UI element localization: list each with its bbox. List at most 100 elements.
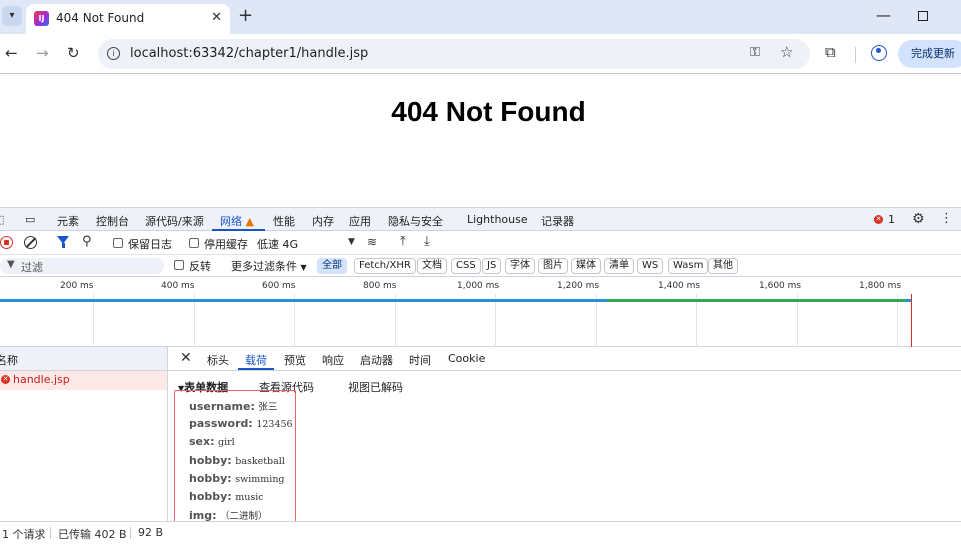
close-icon[interactable]: ✕ [211,10,222,25]
form-field[interactable]: img: （二进制） [189,508,268,522]
timeline-tick: 800 ms [363,281,397,291]
device-toolbar-icon[interactable]: ▭ [25,213,35,226]
devtools-tabbar: ⬚ ▭ 元素 控制台 源代码/来源 网络 ▲ 性能 内存 应用 隐私与安全 Li… [0,207,961,231]
devtools-tab-console[interactable]: 控制台 [96,213,129,229]
detail-tab-timing[interactable]: 时间 [409,352,431,368]
clear-icon[interactable] [24,236,37,249]
form-field[interactable]: password: 123456 [189,417,293,430]
request-list-header[interactable]: 名称 [0,347,168,371]
close-icon[interactable]: ✕ [180,350,192,366]
filter-chip-css[interactable]: CSS [451,258,481,274]
detail-tab-preview[interactable]: 预览 [284,352,306,368]
maximize-icon[interactable] [918,11,928,21]
form-field-key: password: [189,417,253,430]
form-field-value: 张三 [258,402,278,413]
filter-chip-wasm[interactable]: Wasm [668,258,709,274]
devtools-tab-recorder[interactable]: 记录器 [541,213,574,229]
devtools-tab-application[interactable]: 应用 [349,213,371,229]
filter-chip-other[interactable]: 其他 [708,258,738,274]
disable-cache-checkbox[interactable] [189,238,199,248]
gear-icon[interactable]: ⚙ [912,211,925,227]
extensions-icon[interactable]: ⧉ [825,43,836,61]
tab-search-icon[interactable]: ▾ [2,6,22,26]
reload-icon[interactable]: ↻ [67,44,80,62]
timeline-tick: 600 ms [262,281,296,291]
url-text[interactable]: localhost:63342/chapter1/handle.jsp [130,46,368,61]
bookmark-star-icon[interactable]: ☆ [780,43,793,61]
filter-chip-manifest[interactable]: 清单 [604,258,634,274]
chevron-down-icon: ▼ [300,263,307,272]
inspect-element-icon[interactable]: ⬚ [0,213,4,226]
form-field[interactable]: hobby: basketball [189,454,285,467]
network-conditions-icon[interactable]: ≋ [367,235,377,249]
filter-chip-fetch-xhr[interactable]: Fetch/XHR [354,258,416,274]
preserve-log-label[interactable]: 保留日志 [128,236,172,252]
network-timeline[interactable]: 200 ms 400 ms 600 ms 800 ms 1,000 ms 1,2… [0,277,961,347]
address-bar[interactable]: i localhost:63342/chapter1/handle.jsp ⚿ … [98,39,810,69]
devtools-tab-sources[interactable]: 源代码/来源 [145,213,204,229]
detail-tab-cookies[interactable]: Cookie [448,352,485,365]
request-detail-tabs: ✕ 标头 载荷 预览 响应 启动器 时间 Cookie [168,347,961,371]
detail-tab-initiator[interactable]: 启动器 [360,352,393,368]
filter-placeholder: 过滤 [21,261,43,274]
devtools-tab-lighthouse[interactable]: Lighthouse [467,213,528,226]
more-options-icon[interactable]: ⋮ [940,211,953,226]
status-divider [50,527,51,539]
error-icon[interactable]: ✕ [874,215,883,224]
form-field[interactable]: hobby: music [189,490,264,503]
name-column-header[interactable]: 名称 [0,352,18,368]
update-button[interactable]: 完成更新 [898,40,961,68]
devtools-tab-memory[interactable]: 内存 [312,213,334,229]
forward-icon[interactable]: → [36,44,49,62]
chevron-down-icon[interactable]: ▼ [348,237,355,247]
export-har-icon[interactable]: ⤓ [424,234,430,249]
filter-icon[interactable] [57,236,69,248]
filter-chip-js[interactable]: JS [482,258,502,274]
minimize-icon[interactable]: — [876,6,891,24]
devtools-tab-network[interactable]: 网络 ▲ [220,213,254,229]
profile-icon[interactable] [871,45,887,61]
throttling-select[interactable]: 低速 4G [257,236,298,252]
disable-cache-label[interactable]: 停用缓存 [204,236,248,252]
detail-tab-headers[interactable]: 标头 [207,352,229,368]
import-har-icon[interactable]: ⤒ [400,234,406,249]
preserve-log-checkbox[interactable] [113,238,123,248]
password-key-icon[interactable]: ⚿ [750,45,760,60]
form-field-value: 123456 [256,419,293,430]
detail-tab-payload[interactable]: 载荷 [245,352,267,368]
error-count[interactable]: 1 [888,213,895,226]
form-field[interactable]: username: 张三 [189,399,277,413]
request-name[interactable]: handle.jsp [13,373,70,386]
devtools-tab-privacy[interactable]: 隐私与安全 [388,213,443,229]
timeline-tick: 200 ms [60,281,94,291]
more-filters-dropdown[interactable]: 更多过滤条件 ▼ [231,258,307,274]
resource-size: 92 B [138,526,164,539]
detail-tab-response[interactable]: 响应 [322,352,344,368]
warning-icon: ▲ [245,215,254,228]
filter-chip-img[interactable]: 图片 [538,258,568,274]
devtools-tab-elements[interactable]: 元素 [57,213,79,229]
filter-chip-media[interactable]: 媒体 [571,258,601,274]
record-icon[interactable] [0,236,13,249]
filter-chip-all[interactable]: 全部 [317,258,347,274]
filter-chip-doc[interactable]: 文档 [417,258,447,274]
error-icon: ✕ [1,375,10,384]
invert-checkbox[interactable] [174,260,184,270]
search-icon[interactable]: ⚲ [82,234,92,249]
devtools-tab-performance[interactable]: 性能 [273,213,295,229]
request-count: 1 个请求 [2,528,46,541]
transferred-size: 已传输 402 B [58,528,127,541]
request-row[interactable]: ✕ handle.jsp [0,371,168,390]
form-field[interactable]: hobby: swimming [189,472,285,485]
timeline-tick: 1,400 ms [658,281,701,291]
site-info-icon[interactable]: i [107,47,120,60]
browser-tab[interactable]: IJ 404 Not Found ✕ [26,4,230,34]
filter-chip-ws[interactable]: WS [637,258,664,274]
filter-input[interactable]: ▼ 过滤 [0,258,164,274]
filter-chip-font[interactable]: 字体 [505,258,535,274]
form-field[interactable]: sex: girl [189,435,235,448]
invert-label[interactable]: 反转 [189,258,211,274]
view-decoded-link[interactable]: 视图已解码 [348,379,403,395]
back-icon[interactable]: ← [5,44,18,62]
new-tab-icon[interactable]: + [238,6,253,26]
